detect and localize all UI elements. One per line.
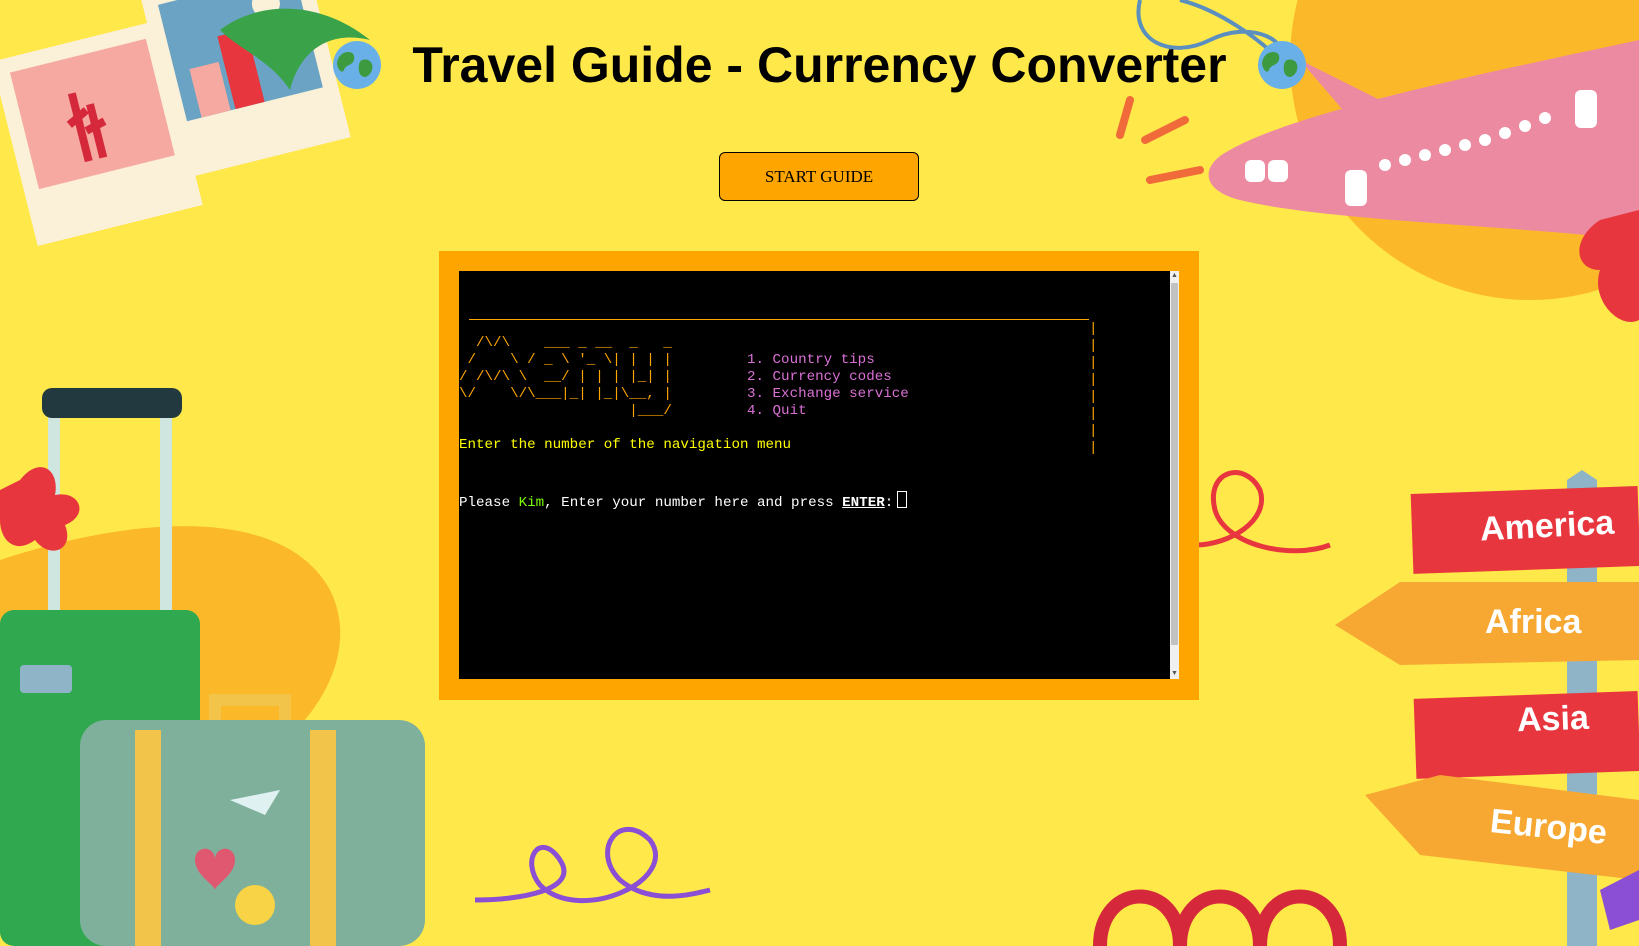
sign-label-america: America [1479,503,1616,549]
red-arches [1093,889,1347,946]
enter-key-label: ENTER [842,495,885,511]
logo-line: / /\/\ \ __/ | | | |_| | [459,369,672,385]
text-cursor[interactable] [897,491,908,508]
sign-label-africa: Africa [1485,603,1582,641]
page-header: Travel Guide - Currency Converter [0,40,1639,95]
prompt-suffix: : [884,495,894,511]
red-loop [1194,470,1331,554]
logo-line: /\/\ ___ _ __ _ _ [459,335,681,351]
terminal-frame: /\/\ ___ _ __ _ _ / \ / _ \ '_ \| | | | … [439,251,1199,700]
red-flower-left [0,467,80,551]
menu-top-rule [469,319,1089,320]
logo-line: \/ \/\___|_| |_|\__, | [459,386,672,402]
input-prompt: Please Kim, Enter your number here and p… [459,491,908,512]
prompt-prefix: Please [459,495,519,511]
prompt-middle: , Enter your number here and press [544,495,843,511]
menu-list: 1. Country tips 2. Currency codes 3. Exc… [747,352,909,420]
terminal-window[interactable]: /\/\ ___ _ __ _ _ / \ / _ \ '_ \| | | | … [459,271,1179,679]
globe-icon [1257,41,1306,89]
scroll-up-arrow-icon[interactable]: ▲ [1170,271,1179,281]
menu-item-quit: 4. Quit [747,403,807,419]
menu-instruction: Enter the number of the navigation menu [459,437,792,453]
menu-ascii-logo: /\/\ ___ _ __ _ _ / \ / _ \ '_ \| | | | … [459,335,680,420]
logo-line: |___/ [459,403,681,419]
page-title-text: Travel Guide - Currency Converter [412,37,1227,93]
sign-label-asia: Asia [1516,698,1590,740]
scrollbar-thumb[interactable] [1171,283,1178,645]
logo-line: / \ / _ \ '_ \| | | | [459,352,672,368]
menu-item-country-tips: 1. Country tips [747,352,875,368]
menu-item-currency-codes: 2. Currency codes [747,369,892,385]
page-title: Travel Guide - Currency Converter [332,40,1306,90]
red-dashes [1116,96,1204,184]
user-name: Kim [518,495,545,511]
scroll-down-arrow-icon[interactable]: ▼ [1170,669,1179,679]
start-guide-button[interactable]: START GUIDE [719,152,919,201]
menu-item-exchange-service: 3. Exchange service [747,386,909,402]
purple-loop [474,826,711,904]
purple-arrow [1600,870,1639,930]
terminal-scrollbar[interactable]: ▲ ▼ [1170,271,1179,679]
menu-right-border: | | | | | | | | [1089,321,1098,456]
globe-icon [333,41,382,89]
